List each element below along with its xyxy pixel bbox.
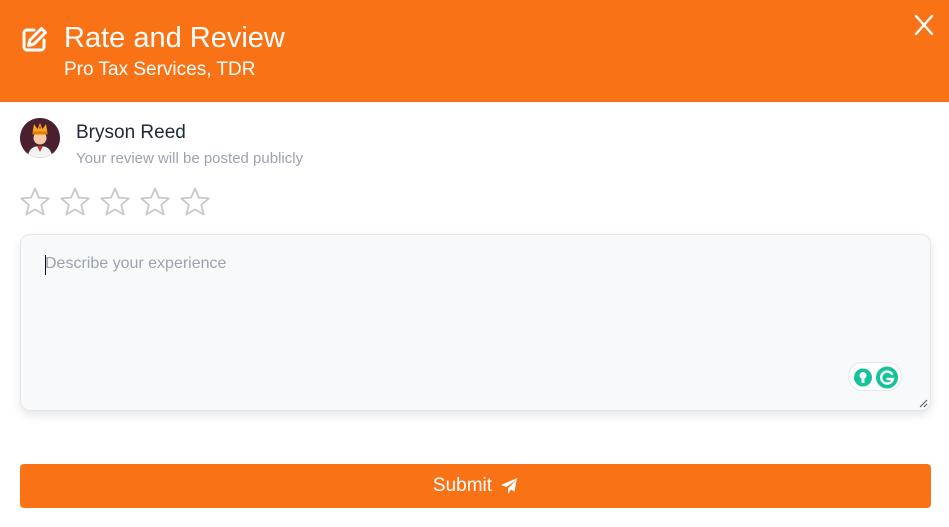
review-textarea-container bbox=[20, 234, 931, 411]
public-notice: Your review will be posted publicly bbox=[76, 150, 304, 167]
grammarly-icon[interactable] bbox=[849, 363, 903, 392]
modal-header: Rate and Review Pro Tax Services, TDR bbox=[0, 0, 949, 102]
avatar bbox=[20, 118, 60, 158]
crowned-person-avatar-icon bbox=[20, 118, 60, 158]
star-2-icon[interactable] bbox=[59, 186, 91, 218]
reviewer-name: Bryson Reed bbox=[76, 122, 186, 143]
star-rating[interactable] bbox=[19, 186, 219, 218]
star-5-icon[interactable] bbox=[179, 186, 211, 218]
paper-plane-icon bbox=[501, 478, 518, 494]
business-name: Pro Tax Services, TDR bbox=[64, 59, 256, 80]
submit-label: Submit bbox=[432, 475, 493, 496]
submit-button[interactable]: Submit bbox=[20, 464, 931, 508]
grammarly-widget[interactable] bbox=[848, 362, 902, 391]
resize-grip-icon[interactable] bbox=[918, 398, 928, 408]
modal-title: Rate and Review bbox=[64, 22, 285, 54]
star-4-icon[interactable] bbox=[139, 186, 171, 218]
text-caret bbox=[45, 255, 46, 275]
star-1-icon[interactable] bbox=[19, 186, 51, 218]
star-3-icon[interactable] bbox=[99, 186, 131, 218]
close-icon[interactable] bbox=[913, 12, 935, 38]
edit-icon bbox=[22, 27, 47, 52]
review-textarea[interactable] bbox=[21, 235, 930, 410]
